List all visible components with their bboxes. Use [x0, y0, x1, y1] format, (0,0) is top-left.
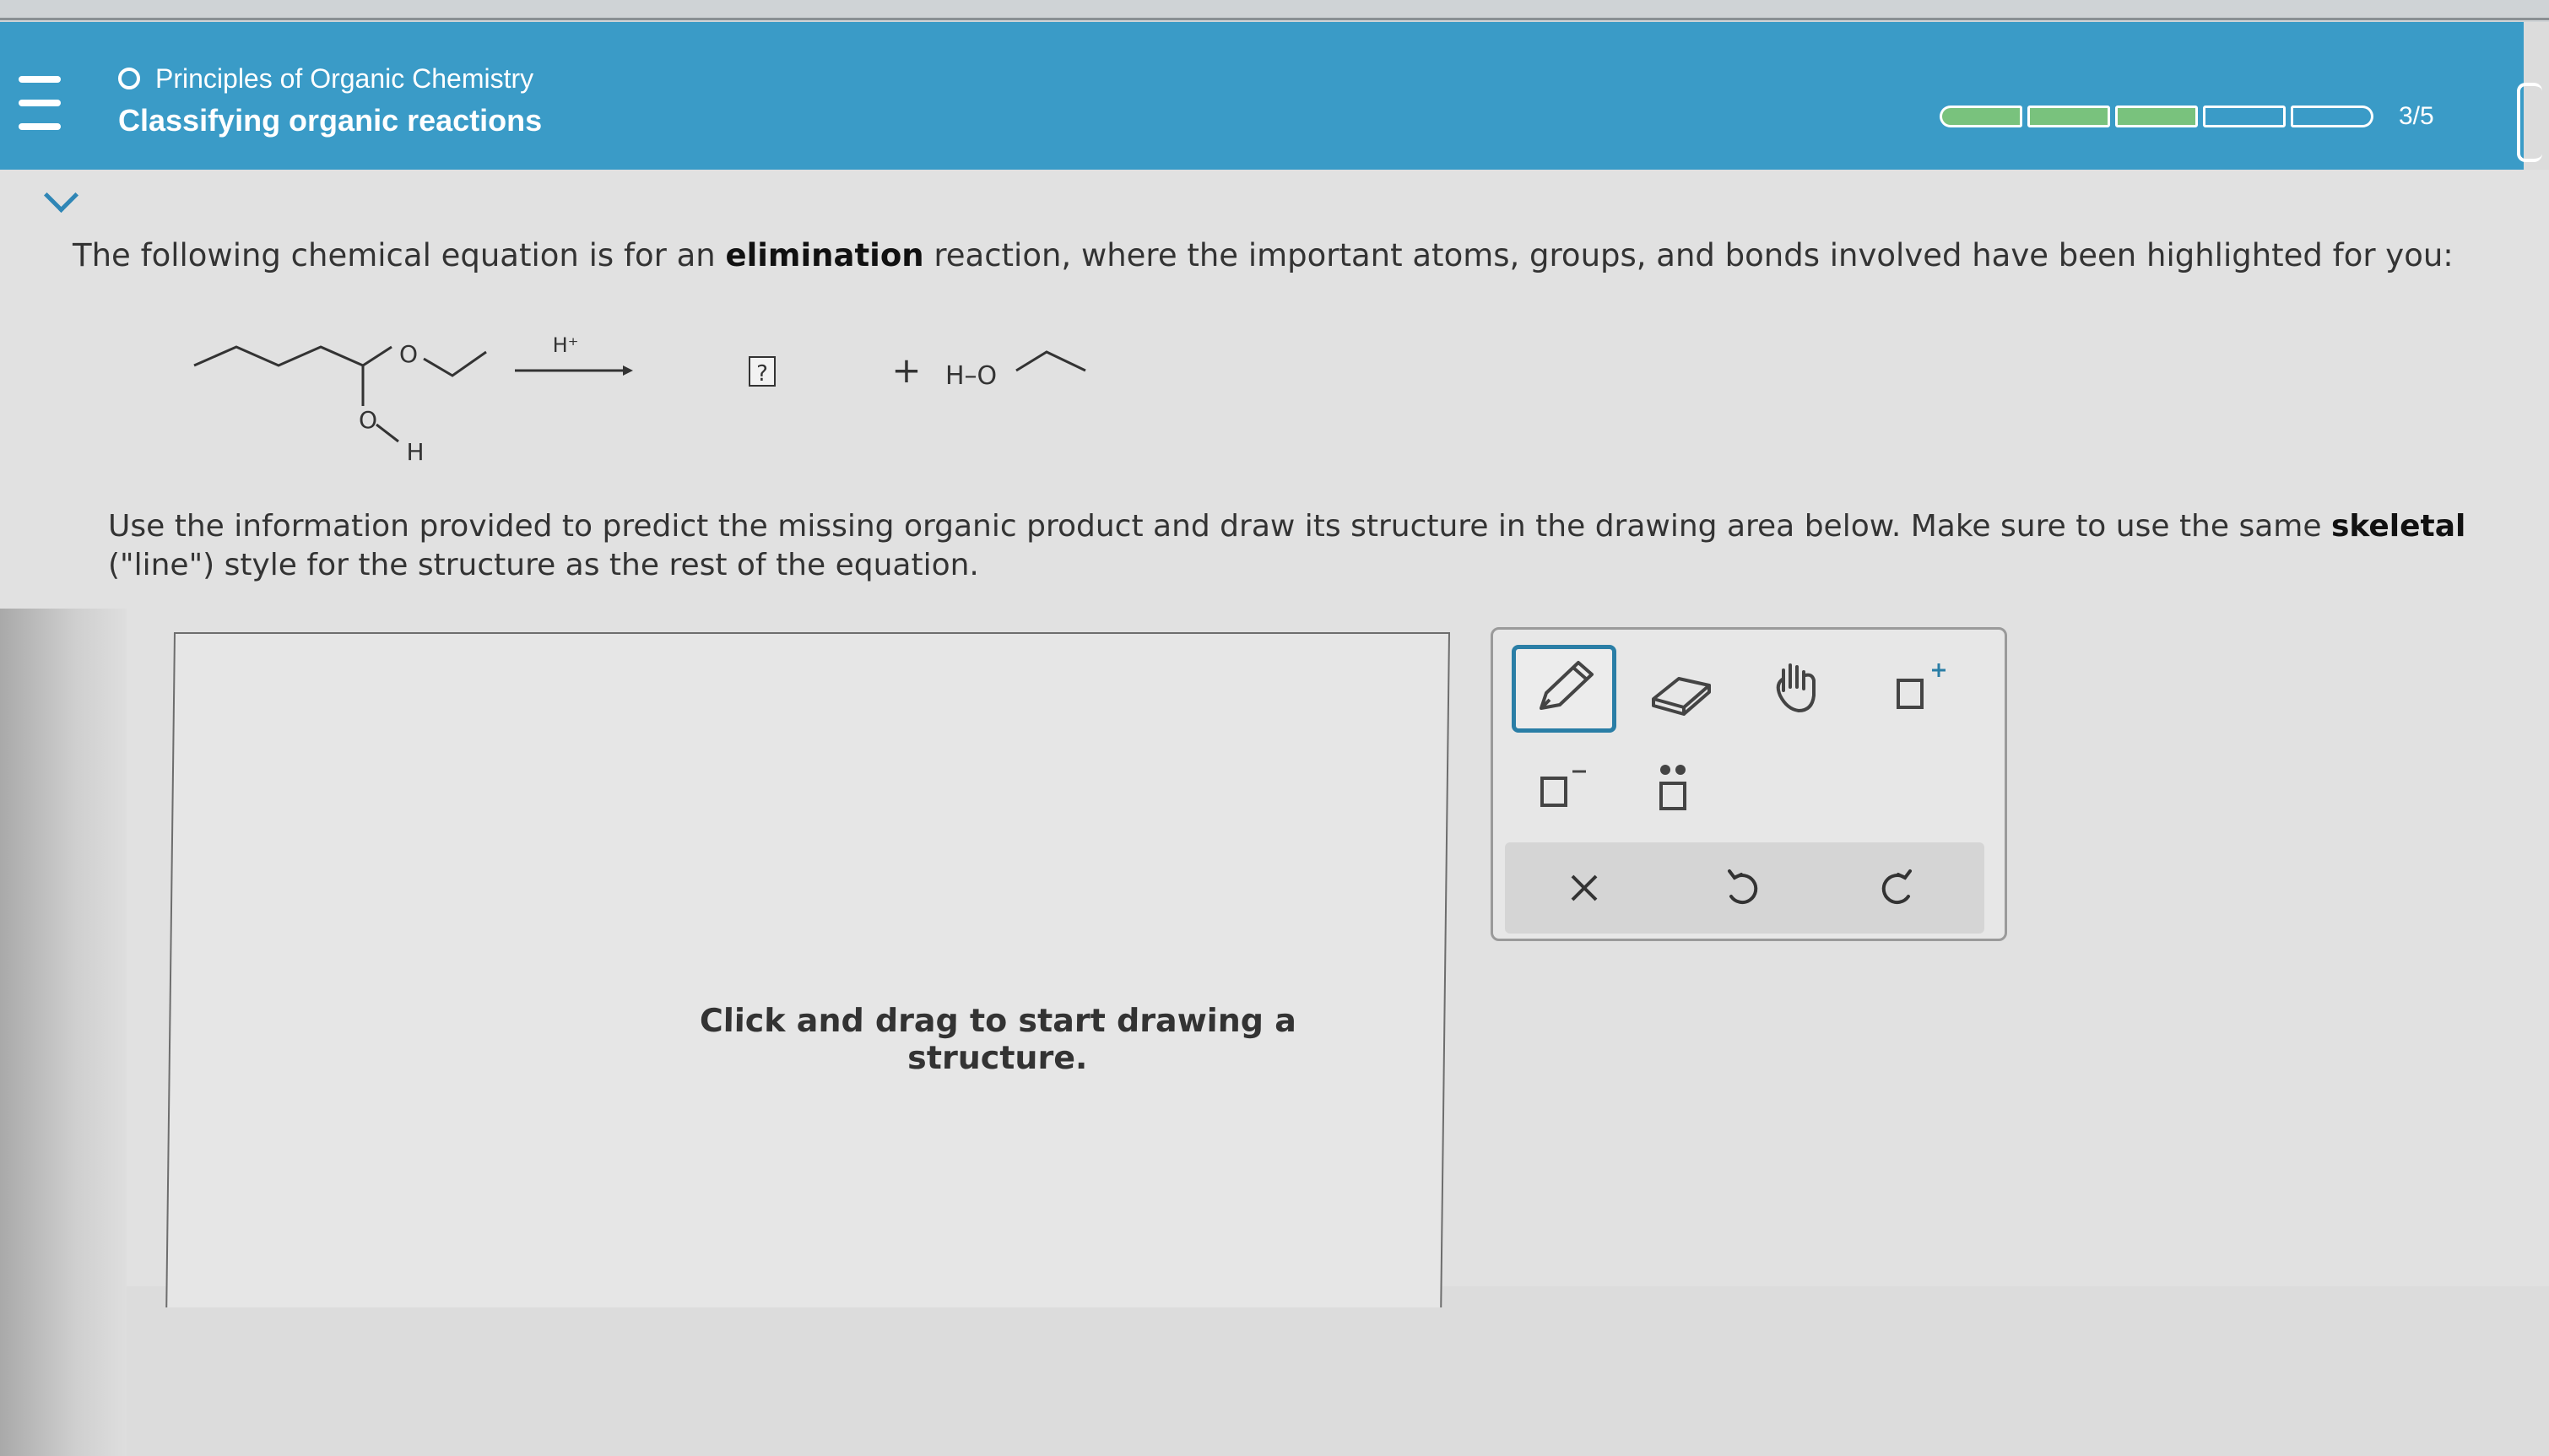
browser-top-strip: [0, 0, 2549, 22]
instruction-text: Use the information provided to predict …: [108, 509, 2466, 582]
instruction-keyword: skeletal: [2330, 509, 2466, 544]
progress-segment-4: [2203, 106, 2286, 127]
progress-segment-5: [2291, 106, 2373, 127]
bond-c-o: [362, 345, 392, 367]
chemical-equation: O O H H⁺ ? + H–O: [193, 333, 1086, 466]
progress-segment-1: [1940, 106, 2022, 127]
hydroxyl-oxygen-label: O: [359, 406, 377, 434]
bond-o-h: [376, 423, 399, 443]
eraser-icon[interactable]: [1628, 645, 1733, 733]
arrow-head: [623, 365, 633, 376]
side-panel-tab[interactable]: [2517, 83, 2542, 162]
question-text: The following chemical equation is for a…: [73, 237, 2454, 273]
plus-sign: +: [891, 349, 921, 391]
hydroxyl-hydrogen-label: H: [406, 438, 424, 466]
redo-icon[interactable]: [1864, 856, 1932, 920]
drawing-hint: Click and drag to start drawing a struct…: [699, 1002, 1297, 1076]
topic-title: Classifying organic reactions: [118, 103, 543, 138]
unknown-product-label: ?: [756, 361, 768, 387]
lone-pair-icon[interactable]: [1628, 743, 1733, 831]
main-content: The following chemical equation is for a…: [0, 170, 2549, 1456]
undo-icon[interactable]: [1707, 856, 1775, 920]
course-line: Principles of Organic Chemistry: [118, 57, 533, 100]
menu-icon[interactable]: [12, 71, 66, 137]
pencil-icon[interactable]: [1512, 645, 1616, 733]
hand-icon[interactable]: [1746, 645, 1851, 733]
progress-segment-2: [2027, 106, 2110, 127]
progress-bar: 3/5: [1940, 91, 2434, 142]
drawing-toolbox: [1491, 627, 2007, 941]
ring-oxygen-label: O: [399, 340, 418, 368]
clear-icon[interactable]: [1551, 856, 1618, 920]
left-shadow: [0, 609, 127, 1456]
positive-charge-icon[interactable]: [1864, 645, 1969, 733]
byproduct-label: H–O: [945, 361, 997, 391]
circle-icon: [118, 68, 140, 89]
negative-charge-icon[interactable]: [1512, 743, 1616, 831]
reactant-chain: [193, 345, 364, 367]
action-bar: [1505, 842, 1984, 934]
ethyl-group: [423, 350, 487, 377]
progress-segment-3: [2115, 106, 2198, 127]
header-bar: Principles of Organic Chemistry Classify…: [0, 22, 2542, 170]
progress-count: 3/5: [2399, 102, 2434, 130]
drawing-canvas[interactable]: Click and drag to start drawing a struct…: [165, 632, 1450, 1307]
byproduct-ethyl: [1015, 350, 1086, 372]
catalyst-label: H⁺: [553, 333, 579, 357]
chevron-down-icon[interactable]: [39, 188, 89, 225]
course-title: Principles of Organic Chemistry: [155, 62, 534, 94]
question-keyword: elimination: [725, 237, 924, 273]
